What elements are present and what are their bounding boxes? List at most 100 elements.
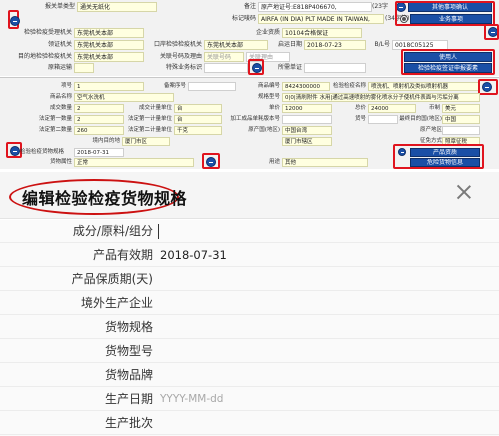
row-receiving-authority: 检验检疫受理机关 东莞机关本部 企业资质 10104合格保证 (0, 28, 499, 39)
usage-field[interactable]: 其他 (282, 158, 368, 167)
processing-version-field[interactable] (282, 115, 332, 124)
departure-date-label: 启运日期 (277, 41, 302, 48)
item-number-field[interactable]: 1 (74, 82, 144, 91)
validity-date-input[interactable]: 2018-07-31 (158, 246, 474, 265)
receiving-authority-field[interactable]: 东莞机关本部 (74, 28, 144, 38)
dialog-header: 编辑检验检疫货物规格 (0, 172, 499, 219)
legal-first-unit-label: 法定第一计量单位 (127, 116, 172, 122)
legal-second-qty-field[interactable]: 260 (74, 126, 124, 135)
commodity-code-label: 商品编号 (257, 83, 280, 89)
goods-model-input[interactable] (158, 342, 474, 361)
divider (0, 77, 499, 78)
field-row-goods-model: 货物型号 (0, 340, 499, 363)
currency-field[interactable]: 美元 (442, 104, 480, 113)
transaction-unit-label: 成交计量单位 (138, 105, 172, 111)
product-name-field[interactable]: 空气水洗机 (74, 93, 174, 102)
record-number-field[interactable] (188, 82, 236, 91)
text-cursor (158, 224, 159, 239)
special-business-field[interactable] (204, 63, 248, 73)
declaration-page: 报关单类型 通关无纸化 备注 原产地证号:E818P406670, (23字 其… (0, 0, 499, 436)
final-destination-field[interactable]: 中国 (442, 115, 480, 124)
field-row-goods-brand: 货物品牌 (0, 364, 499, 387)
record-number-label: 备案序号 (163, 83, 186, 89)
close-icon[interactable] (455, 183, 473, 201)
certificate-authority-field[interactable]: 东莞机关本部 (74, 40, 144, 50)
total-price-field[interactable]: 24000 (368, 104, 416, 113)
goods-attribute-field[interactable]: 正常 (74, 158, 194, 167)
shelf-life-input[interactable] (158, 270, 474, 289)
dialog-title: 编辑检验检疫货物规格 (22, 189, 188, 208)
processing-version-label: 加工成品单耗版本号 (230, 116, 280, 122)
field-label: 货物品牌 (104, 368, 153, 382)
certificate-authority-label: 领证机关 (47, 41, 72, 48)
item-code-field[interactable] (368, 115, 398, 124)
legal-second-unit-field[interactable]: 千克 (174, 126, 222, 135)
domestic-destination-field[interactable]: 厦门市区 (122, 137, 170, 146)
origin-country-label: 原产国(地区) (248, 127, 280, 133)
remarks-label: 备注 (243, 3, 256, 10)
legal-second-qty-label: 法定第二数量 (38, 127, 72, 133)
related-number-label: 关联号码及理由 (159, 53, 202, 60)
legal-first-qty-field[interactable]: 2 (74, 115, 124, 124)
field-row-production-batch: 生产批次 (0, 412, 499, 435)
field-label: 货物型号 (104, 344, 153, 358)
declaration-header-form: 报关单类型 通关无纸化 备注 原产地证号:E818P406670, (23字 其… (0, 0, 499, 76)
destination-authority-field[interactable]: 东莞机关本部 (74, 52, 144, 62)
row-item-number: 项号 1 备案序号 商品编号 8424300000 检验检疫名称 喷洗机、喷射机… (0, 82, 499, 92)
edit-goods-spec-dialog: 编辑检验检疫货物规格 成分/原料/组分 产品有效期 2018-07-31 产品保… (0, 172, 499, 436)
marks-field[interactable]: AIRFA (IN DIA) PLT MADE IN TAIWAN, (258, 14, 384, 24)
overseas-producer-input[interactable] (158, 294, 474, 313)
row-legal-second: 法定第二数量 260 法定第二计量单位 千克 原产国(地区) 中国台湾 原产地区 (0, 126, 499, 135)
field-row-goods-spec: 货物规格 (0, 316, 499, 339)
quantity-field[interactable]: 2 (74, 104, 124, 113)
origin-region-field[interactable] (442, 126, 480, 135)
production-batch-input[interactable] (158, 414, 474, 433)
field-label: 生产批次 (104, 416, 153, 430)
declaration-type-field[interactable]: 通关无纸化 (77, 2, 157, 12)
field-label: 生产日期 (104, 392, 153, 406)
origin-country-field[interactable]: 中国台湾 (282, 126, 332, 135)
port-authority-label: 口岸检验检疫机关 (153, 41, 202, 48)
final-destination-label: 最终目的国(地区) (399, 116, 442, 122)
enterprise-qualification-field[interactable]: 10104合格保证 (282, 28, 362, 38)
special-business-label: 特殊业务标识 (165, 64, 202, 71)
goods-spec-field[interactable]: 2018-07-31 (74, 148, 124, 157)
inspection-name-field[interactable]: 喷洗机、喷射机及类似喷射机器 (368, 82, 480, 91)
required-docs-field[interactable] (304, 63, 366, 73)
enterprise-qualification-label: 企业资质 (255, 29, 280, 36)
domestic-district-field[interactable]: 厦门市辖区 (282, 137, 332, 146)
goods-spec-label: 检验检疫货物规格 (20, 149, 65, 155)
declaration-type-label: 报关单类型 (44, 3, 75, 10)
field-label: 境外生产企业 (80, 296, 153, 310)
specification-field[interactable]: 0|0|清刷附件 水用|通过高速喷射的雾化喷水分子使机件表面与污垢分离 (282, 93, 480, 102)
field-label: 货物规格 (104, 320, 153, 334)
legal-first-unit-field[interactable]: 台 (174, 115, 222, 124)
row-legal-first: 法定第一数量 2 法定第一计量单位 台 加工成品单耗版本号 货号 最终目的国(地… (0, 115, 499, 124)
item-code-label: 货号 (354, 116, 366, 122)
legal-second-unit-label: 法定第二计量单位 (127, 127, 172, 133)
unit-price-field[interactable]: 12000 (282, 104, 332, 113)
highlight-attribute-icon (202, 153, 220, 169)
commodity-code-field[interactable]: 8424300000 (282, 82, 330, 91)
original-box-label: 原箱运输 (47, 64, 72, 71)
port-authority-field[interactable]: 东莞机关本部 (204, 40, 268, 50)
goods-spec-input[interactable] (158, 318, 474, 337)
item-number-label: 项号 (60, 83, 72, 89)
goods-brand-input[interactable] (158, 366, 474, 385)
departure-date-field[interactable]: 2018-07-23 (304, 40, 366, 50)
transaction-unit-field[interactable]: 台 (174, 104, 222, 113)
highlight-qualification-buttons (393, 144, 484, 169)
row-product-name: 商品名称 空气水洗机 规格型号 0|0|清刷附件 水用|通过高速喷射的雾化喷水分… (0, 93, 499, 102)
field-row-validity: 产品有效期 2018-07-31 (0, 244, 499, 267)
remarks-char-count: (23字 (372, 3, 388, 10)
origin-region-label: 原产地区 (419, 127, 442, 133)
original-box-field[interactable] (74, 63, 94, 73)
currency-label: 币制 (428, 105, 440, 111)
field-row-overseas-producer: 境外生产企业 (0, 292, 499, 315)
related-number-field[interactable]: 关联号码 (204, 52, 244, 62)
production-date-input[interactable]: YYYY-MM-dd (158, 390, 474, 409)
highlight-right-buttons (395, 1, 495, 26)
composition-input[interactable] (158, 222, 474, 241)
remarks-field[interactable]: 原产地证号:E818P406670, (258, 2, 372, 12)
highlight-special-icon (248, 59, 264, 75)
